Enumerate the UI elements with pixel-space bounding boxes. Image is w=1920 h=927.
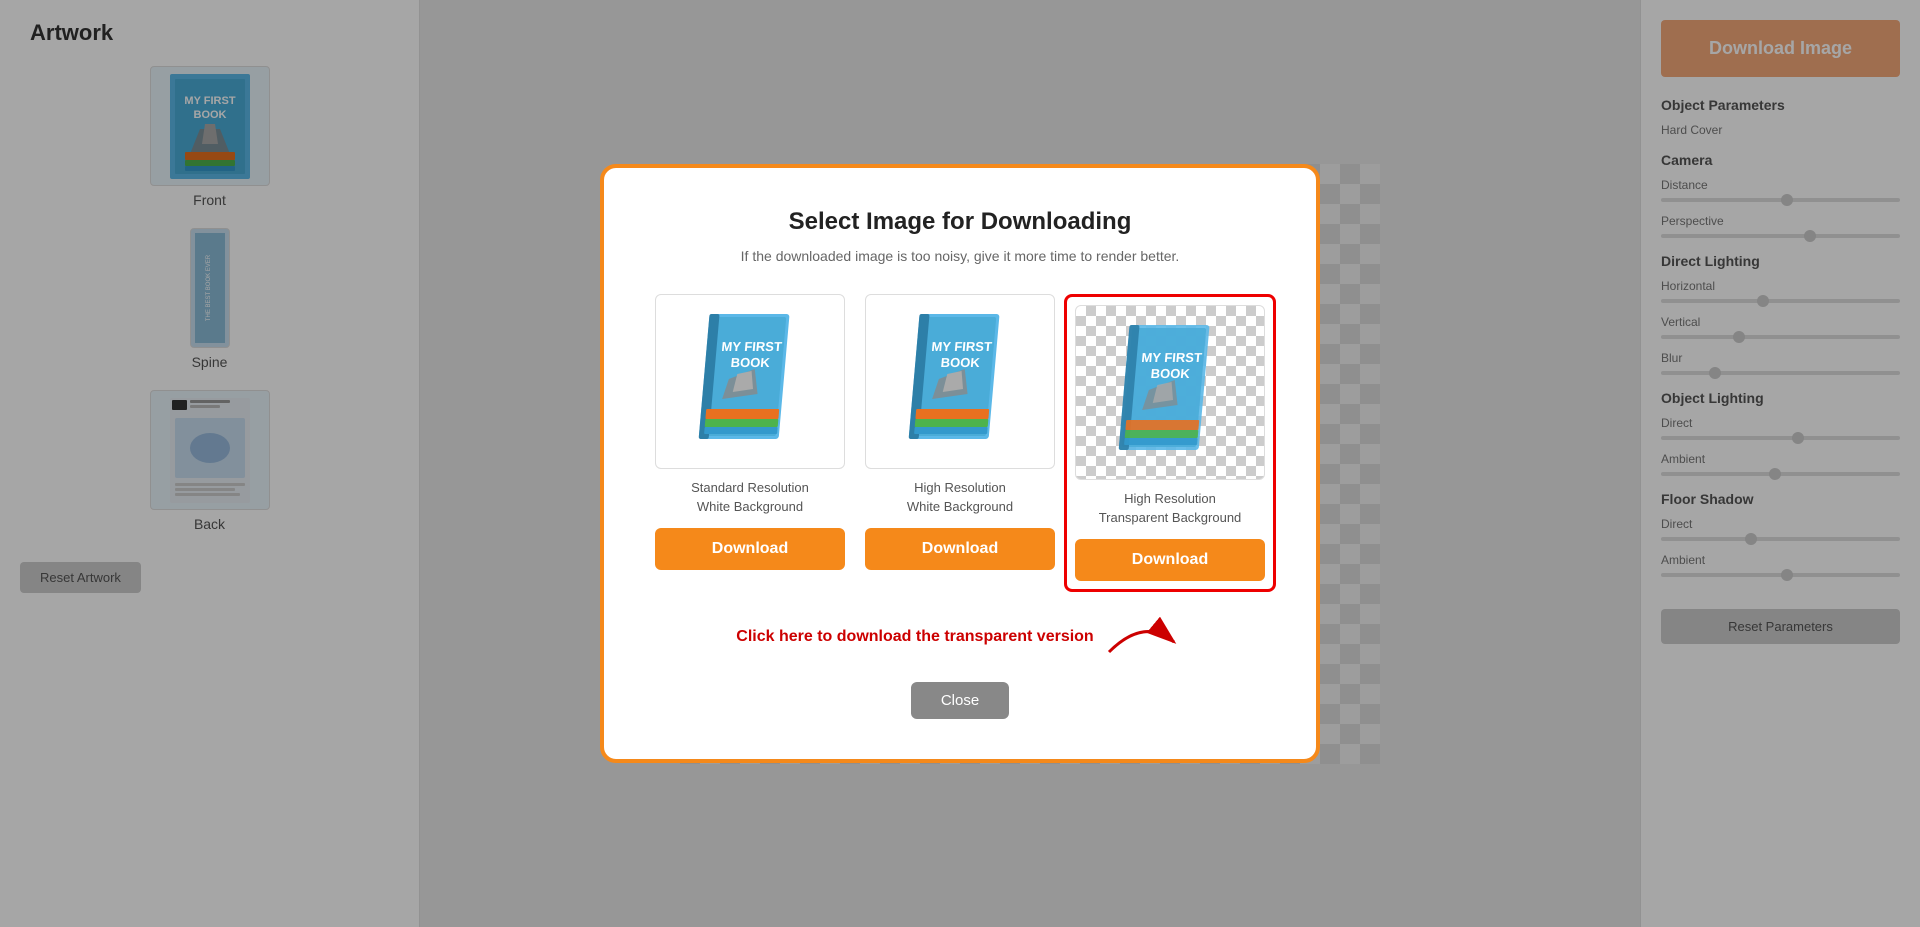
modal-overlay: Select Image for Downloading If the down…	[0, 0, 1920, 927]
svg-text:MY FIRST: MY FIRST	[1141, 350, 1203, 365]
image-label-high: High Resolution White Background	[907, 479, 1013, 515]
image-option-transparent: MY FIRST BOOK High Resolution	[1075, 294, 1265, 591]
annotation-row: Click here to download the transparent v…	[654, 612, 1266, 662]
download-button-transparent[interactable]: Download	[1075, 539, 1265, 581]
image-option-standard: MY FIRST BOOK Standard Resolu	[655, 294, 845, 591]
book-img-high: MY FIRST BOOK	[905, 309, 1015, 454]
download-button-high[interactable]: Download	[865, 528, 1055, 570]
image-thumb-transparent: MY FIRST BOOK	[1075, 305, 1265, 480]
modal-subtitle: If the downloaded image is too noisy, gi…	[654, 248, 1266, 264]
image-thumb-standard: MY FIRST BOOK	[655, 294, 845, 469]
download-button-standard[interactable]: Download	[655, 528, 845, 570]
image-options-container: MY FIRST BOOK Standard Resolu	[654, 294, 1266, 591]
svg-text:MY FIRST: MY FIRST	[931, 339, 993, 354]
annotation-text: Click here to download the transparent v…	[736, 628, 1093, 646]
image-thumb-high: MY FIRST BOOK	[865, 294, 1055, 469]
image-label-transparent: High Resolution Transparent Background	[1075, 490, 1265, 526]
svg-text:BOOK: BOOK	[1150, 366, 1191, 381]
download-modal: Select Image for Downloading If the down…	[600, 164, 1320, 762]
svg-text:BOOK: BOOK	[730, 355, 771, 370]
svg-text:BOOK: BOOK	[940, 355, 981, 370]
highlight-box: MY FIRST BOOK High Resolution	[1064, 294, 1276, 591]
svg-text:MY FIRST: MY FIRST	[721, 339, 783, 354]
close-button[interactable]: Close	[911, 682, 1009, 719]
annotation-arrow	[1104, 612, 1184, 662]
modal-title: Select Image for Downloading	[654, 208, 1266, 236]
image-label-standard: Standard Resolution White Background	[691, 479, 809, 515]
book-img-standard: MY FIRST BOOK	[695, 309, 805, 454]
image-option-high: MY FIRST BOOK High Resolution White Back…	[865, 294, 1055, 591]
book-img-transparent: MY FIRST BOOK	[1115, 320, 1225, 465]
